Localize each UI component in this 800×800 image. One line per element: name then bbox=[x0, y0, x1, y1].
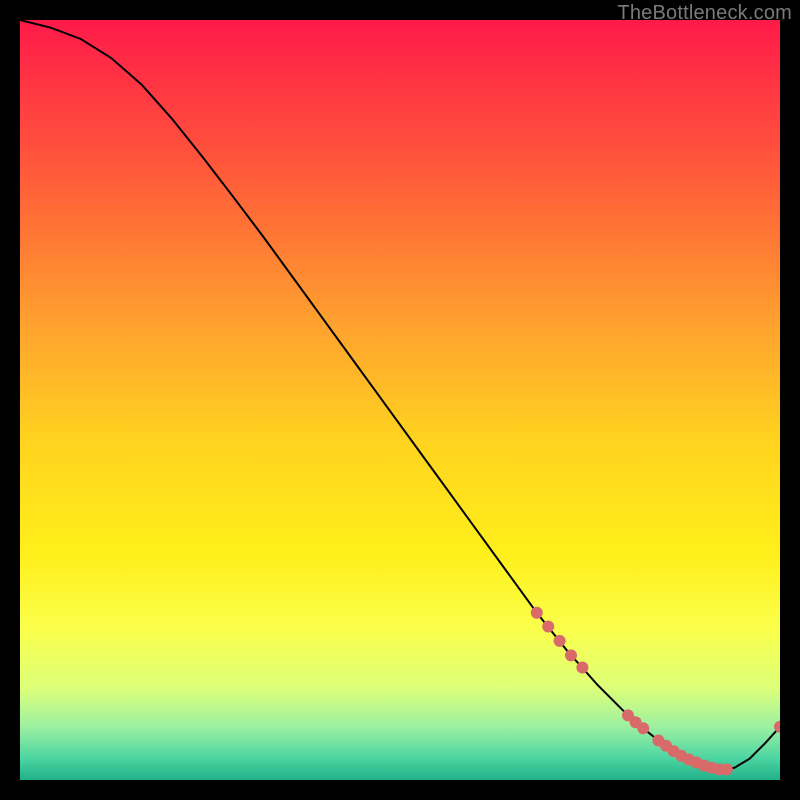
chart-background bbox=[20, 20, 780, 780]
highlight-dot bbox=[576, 662, 588, 674]
chart-svg bbox=[20, 20, 780, 780]
highlight-dot bbox=[554, 635, 566, 647]
highlight-dot bbox=[721, 763, 733, 775]
highlight-dot bbox=[542, 621, 554, 633]
highlight-dot bbox=[565, 649, 577, 661]
highlight-dot bbox=[637, 722, 649, 734]
highlight-dot bbox=[531, 607, 543, 619]
chart-stage: TheBottleneck.com bbox=[0, 0, 800, 800]
